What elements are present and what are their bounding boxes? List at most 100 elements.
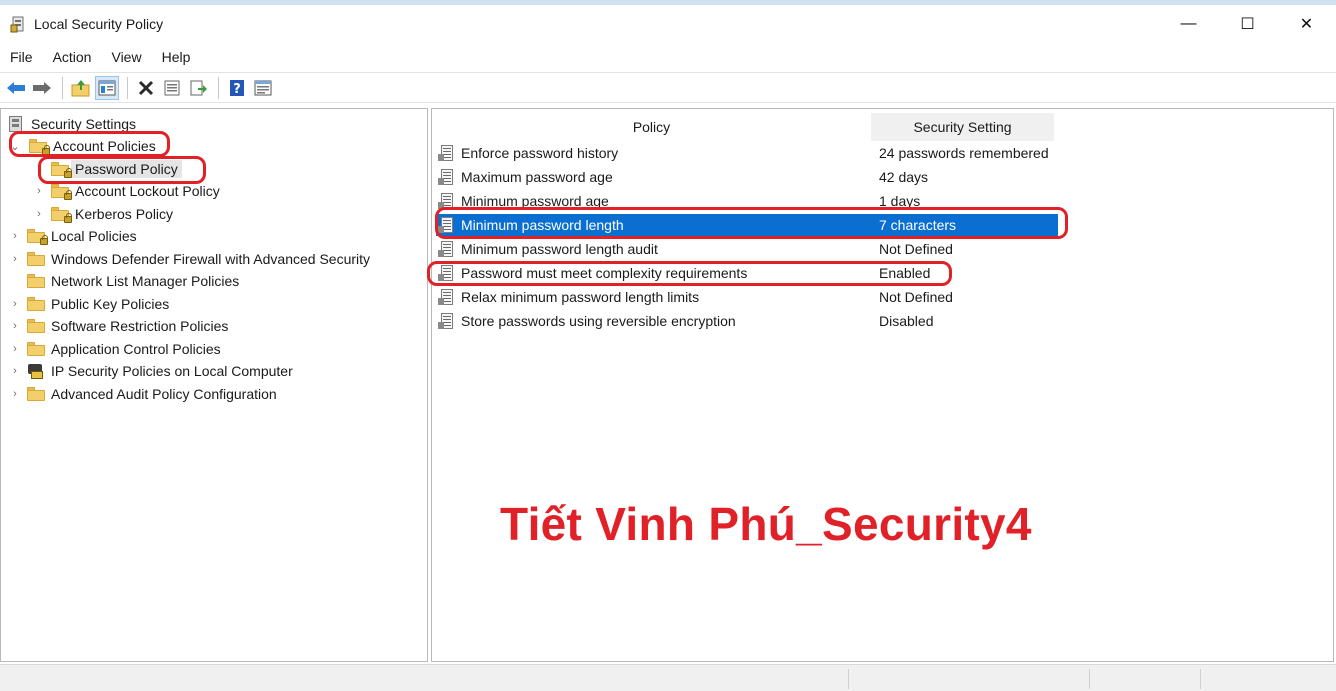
back-icon bbox=[7, 81, 25, 94]
tree-item-label: Advanced Audit Policy Configuration bbox=[51, 386, 277, 402]
tree-item-password-policy[interactable]: Password Policy bbox=[51, 158, 182, 180]
security-settings-icon bbox=[7, 115, 25, 133]
policy-icon bbox=[438, 144, 456, 162]
policy-setting: Not Defined bbox=[879, 289, 953, 305]
column-header-security-setting[interactable]: Security Setting bbox=[871, 113, 1054, 141]
chevron-right-icon[interactable]: › bbox=[9, 388, 21, 400]
forward-button[interactable] bbox=[30, 76, 54, 100]
chevron-right-icon[interactable]: › bbox=[33, 185, 45, 197]
list-item[interactable]: Store passwords using reversible encrypt… bbox=[436, 310, 1056, 332]
folder-icon bbox=[27, 252, 45, 266]
tree-item-security-settings[interactable]: Security Settings bbox=[7, 113, 136, 135]
chevron-right-icon[interactable]: › bbox=[9, 298, 21, 310]
list-item[interactable]: Minimum password age 1 days bbox=[436, 190, 1056, 212]
tree-item-advanced-audit[interactable]: › Advanced Audit Policy Configuration bbox=[9, 383, 277, 405]
policy-name: Store passwords using reversible encrypt… bbox=[461, 313, 736, 329]
minimize-button[interactable]: — bbox=[1159, 5, 1218, 42]
policy-icon bbox=[438, 288, 456, 306]
title-bar[interactable]: Local Security Policy — ☐ ✕ bbox=[0, 5, 1336, 42]
export-list-icon bbox=[190, 80, 207, 95]
tree-item-application-control[interactable]: › Application Control Policies bbox=[9, 338, 221, 360]
policy-setting: Disabled bbox=[879, 313, 934, 329]
folder-lock-icon bbox=[51, 184, 72, 200]
chevron-right-icon[interactable]: › bbox=[9, 230, 21, 242]
menu-file[interactable]: File bbox=[10, 49, 33, 65]
chevron-right-icon[interactable]: › bbox=[9, 343, 21, 355]
tree-item-label: IP Security Policies on Local Computer bbox=[51, 363, 293, 379]
folder-icon bbox=[27, 387, 45, 401]
policy-name: Minimum password age bbox=[461, 193, 609, 209]
export-list-button[interactable] bbox=[186, 76, 210, 100]
folder-lock-icon bbox=[51, 162, 72, 178]
tree-item-label: Network List Manager Policies bbox=[51, 273, 240, 289]
policy-name: Enforce password history bbox=[461, 145, 619, 161]
list-item[interactable]: Password must meet complexity requiremen… bbox=[436, 262, 1056, 284]
tree-item-local-policies[interactable]: › Local Policies bbox=[9, 225, 137, 247]
tree-item-software-restriction[interactable]: › Software Restriction Policies bbox=[9, 315, 228, 337]
window-title: Local Security Policy bbox=[34, 15, 164, 32]
tree-item-label: Account Policies bbox=[53, 138, 156, 154]
tree-item-ip-security[interactable]: › IP Security Policies on Local Computer bbox=[9, 360, 293, 382]
list-item[interactable]: Maximum password age 42 days bbox=[436, 166, 1056, 188]
status-segment bbox=[1089, 669, 1090, 689]
list-item[interactable]: Minimum password length audit Not Define… bbox=[436, 238, 1056, 260]
tree-item-kerberos-policy[interactable]: › Kerberos Policy bbox=[33, 203, 173, 225]
status-segment bbox=[848, 669, 849, 689]
show-hide-tree-button[interactable] bbox=[95, 75, 119, 100]
status-bar bbox=[0, 664, 1336, 691]
policy-icon bbox=[438, 240, 456, 258]
menu-view[interactable]: View bbox=[111, 49, 141, 65]
tree-item-public-key-policies[interactable]: › Public Key Policies bbox=[9, 293, 169, 315]
menu-bar: File Action View Help bbox=[0, 44, 1336, 70]
show-hide-tree-icon bbox=[98, 80, 116, 95]
policy-name: Minimum password length bbox=[461, 217, 624, 233]
chevron-down-icon[interactable]: ⌄ bbox=[9, 140, 21, 153]
policy-icon bbox=[438, 312, 456, 330]
back-button[interactable] bbox=[4, 76, 28, 100]
view-button[interactable] bbox=[251, 76, 275, 100]
policy-name: Maximum password age bbox=[461, 169, 613, 185]
toolbar-separator bbox=[218, 76, 219, 99]
column-header-policy[interactable]: Policy bbox=[432, 113, 871, 141]
properties-button[interactable] bbox=[160, 76, 184, 100]
chevron-right-icon[interactable]: › bbox=[9, 320, 21, 332]
tree-item-label: Application Control Policies bbox=[51, 341, 221, 357]
delete-icon bbox=[138, 80, 154, 95]
policy-setting: 24 passwords remembered bbox=[879, 145, 1049, 161]
policy-icon bbox=[438, 192, 456, 210]
properties-icon bbox=[164, 80, 180, 95]
tree-item-windows-defender-firewall[interactable]: › Windows Defender Firewall with Advance… bbox=[9, 248, 370, 270]
menu-help[interactable]: Help bbox=[162, 49, 191, 65]
help-button[interactable]: ? bbox=[225, 76, 249, 100]
tree-item-label: Software Restriction Policies bbox=[51, 318, 229, 334]
chevron-right-icon[interactable]: › bbox=[9, 365, 21, 377]
up-one-level-button[interactable] bbox=[69, 76, 93, 100]
menu-action[interactable]: Action bbox=[53, 49, 92, 65]
maximize-button[interactable]: ☐ bbox=[1218, 5, 1277, 42]
folder-lock-icon bbox=[29, 139, 50, 155]
policy-icon bbox=[438, 168, 456, 186]
list-item-selected[interactable]: Minimum password length 7 characters bbox=[436, 214, 1058, 236]
folder-icon bbox=[27, 319, 45, 333]
tree-item-label: Security Settings bbox=[31, 116, 137, 132]
tree-item-account-lockout-policy[interactable]: › Account Lockout Policy bbox=[33, 180, 220, 202]
policy-setting: Enabled bbox=[879, 265, 931, 281]
console-tree[interactable]: Security Settings ⌄ Account Policies Pas… bbox=[0, 108, 428, 662]
close-icon: ✕ bbox=[1299, 15, 1314, 33]
folder-lock-icon bbox=[27, 229, 48, 245]
toolbar-separator bbox=[62, 76, 63, 99]
chevron-right-icon[interactable]: › bbox=[33, 208, 45, 220]
delete-button[interactable] bbox=[134, 76, 158, 100]
close-button[interactable]: ✕ bbox=[1277, 5, 1336, 42]
policy-list[interactable]: Policy Security Setting Enforce password… bbox=[431, 108, 1334, 662]
policy-setting: 1 days bbox=[879, 193, 921, 209]
tree-item-account-policies[interactable]: ⌄ Account Policies bbox=[7, 135, 156, 157]
policy-setting: 7 characters bbox=[879, 217, 957, 233]
policy-name: Minimum password length audit bbox=[461, 241, 658, 257]
tree-item-network-list-manager[interactable]: Network List Manager Policies bbox=[9, 270, 239, 292]
list-item[interactable]: Relax minimum password length limits Not… bbox=[436, 286, 1056, 308]
policy-icon bbox=[438, 216, 456, 234]
list-item[interactable]: Enforce password history 24 passwords re… bbox=[436, 142, 1056, 164]
svg-text:?: ? bbox=[233, 82, 241, 97]
chevron-right-icon[interactable]: › bbox=[9, 253, 21, 265]
